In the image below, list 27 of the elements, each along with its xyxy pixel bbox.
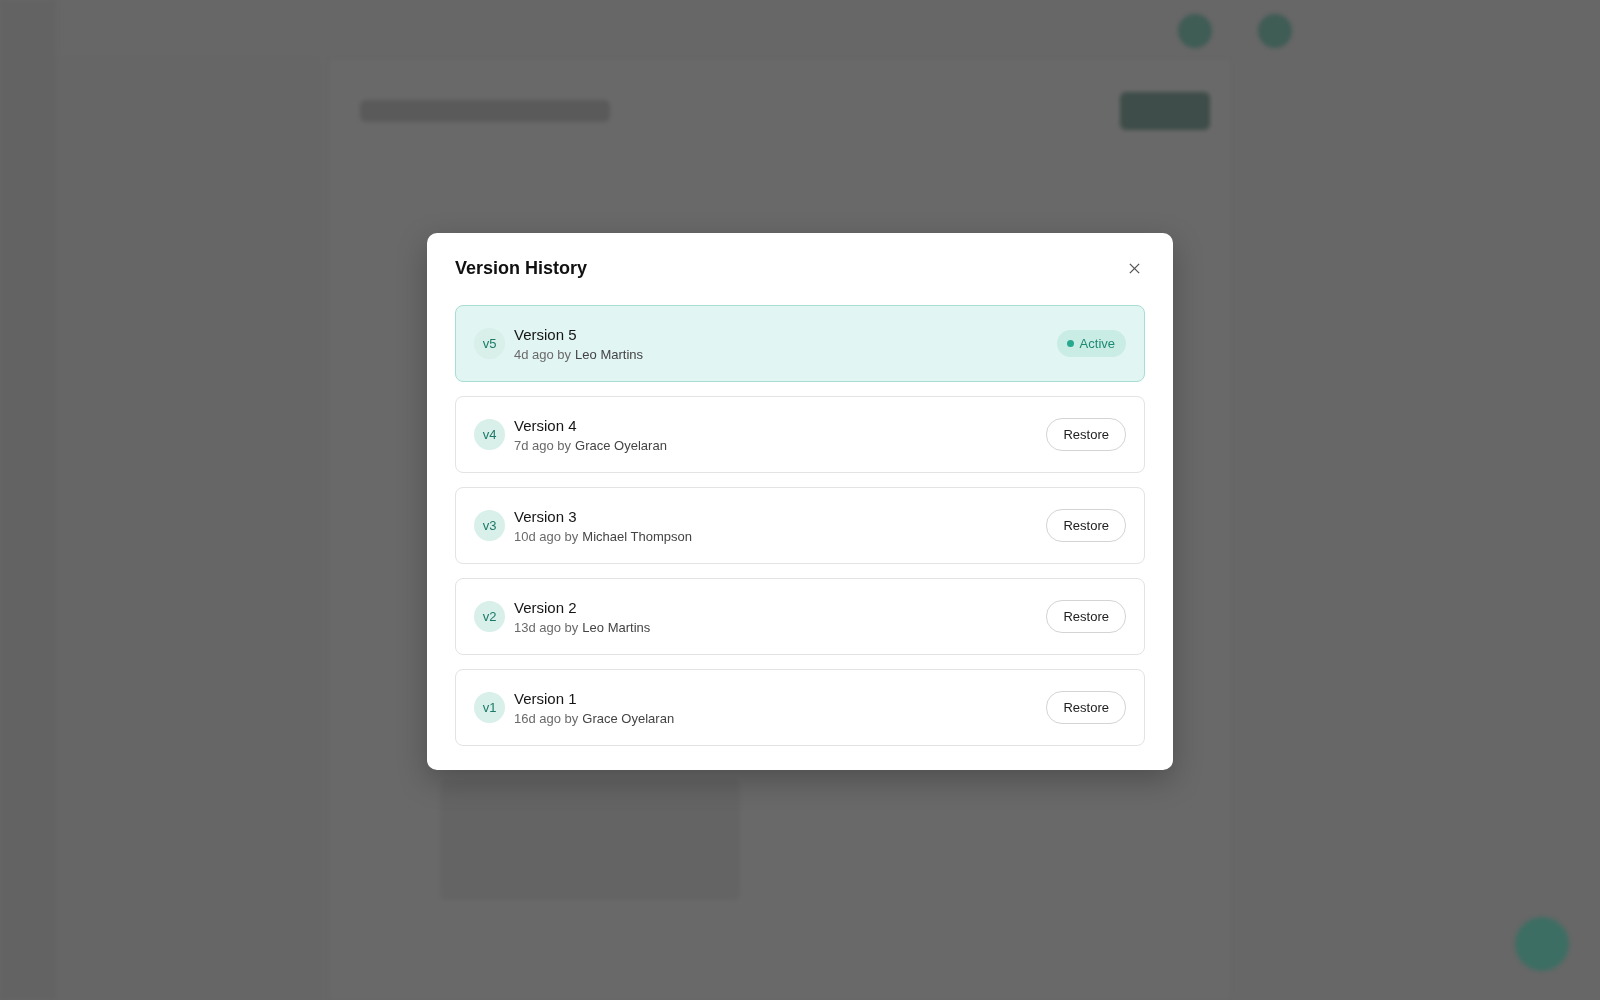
- version-badge: v3: [474, 510, 505, 541]
- version-age: 10d ago by: [514, 528, 579, 544]
- author-name: Grace Oyelaran: [582, 710, 675, 726]
- version-title: Version 3: [514, 507, 578, 525]
- restore-button[interactable]: Restore: [1046, 418, 1126, 451]
- restore-button[interactable]: Restore: [1046, 691, 1126, 724]
- version-age: 13d ago by: [514, 619, 579, 635]
- version-badge: v4: [474, 419, 505, 450]
- version-age: 7d ago by: [514, 437, 572, 453]
- restore-button[interactable]: Restore: [1046, 509, 1126, 542]
- author-name: Michael Thompson: [582, 528, 692, 544]
- version-badge: v5: [474, 328, 505, 359]
- author-name: Leo Martins: [582, 619, 651, 635]
- version-title: Version 4: [514, 416, 578, 434]
- author-name: Leo Martins: [575, 346, 644, 362]
- version-badge: v1: [474, 692, 505, 723]
- version-title: Version 2: [514, 598, 578, 616]
- version-age: 4d ago by: [514, 346, 572, 362]
- author-name: Grace Oyelaran: [575, 437, 667, 453]
- version-badge: v2: [474, 601, 505, 632]
- dialog-title: Version History: [455, 257, 588, 279]
- close-icon[interactable]: [1128, 261, 1141, 275]
- version-title: Version 1: [514, 689, 578, 707]
- restore-button[interactable]: Restore: [1046, 600, 1126, 633]
- version-age: 16d ago by: [514, 710, 579, 726]
- version-title: Version 5: [514, 325, 578, 343]
- active-status-badge: Active: [1056, 330, 1126, 357]
